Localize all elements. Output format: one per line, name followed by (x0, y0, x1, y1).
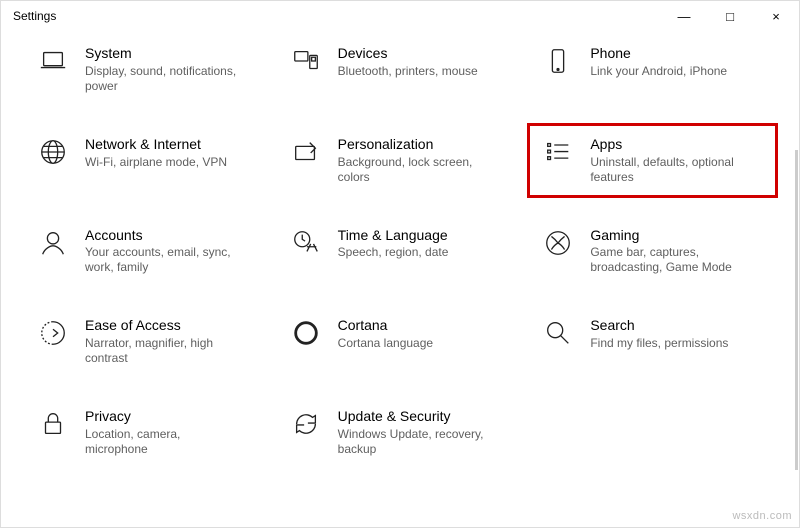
tile-title: Network & Internet (85, 136, 227, 153)
tile-desc: Game bar, captures, broadcasting, Game M… (590, 245, 750, 275)
titlebar: Settings — □ × (1, 1, 799, 31)
tile-cortana[interactable]: Cortana Cortana language (284, 313, 517, 370)
tile-title: Devices (338, 45, 478, 62)
tile-title: System (85, 45, 245, 62)
window-title: Settings (13, 9, 56, 23)
tile-phone[interactable]: Phone Link your Android, iPhone (536, 41, 769, 98)
lock-icon (37, 408, 69, 440)
tile-devices[interactable]: Devices Bluetooth, printers, mouse (284, 41, 517, 98)
tile-personalization[interactable]: Personalization Background, lock screen,… (284, 132, 517, 189)
tile-title: Update & Security (338, 408, 498, 425)
tile-title: Ease of Access (85, 317, 245, 334)
tile-system[interactable]: System Display, sound, notifications, po… (31, 41, 264, 98)
tile-title: Personalization (338, 136, 498, 153)
update-icon (290, 408, 322, 440)
tile-desc: Location, camera, microphone (85, 427, 245, 457)
tile-title: Time & Language (338, 227, 449, 244)
close-button[interactable]: × (753, 1, 799, 31)
tile-network[interactable]: Network & Internet Wi-Fi, airplane mode,… (31, 132, 264, 189)
search-icon (542, 317, 574, 349)
laptop-icon (37, 45, 69, 77)
maximize-button[interactable]: □ (707, 1, 753, 31)
tile-accounts[interactable]: Accounts Your accounts, email, sync, wor… (31, 223, 264, 280)
phone-icon (542, 45, 574, 77)
tile-desc: Wi-Fi, airplane mode, VPN (85, 155, 227, 170)
tile-time-language[interactable]: Time & Language Speech, region, date (284, 223, 517, 280)
cortana-icon (290, 317, 322, 349)
settings-grid: System Display, sound, notifications, po… (1, 31, 799, 481)
tile-title: Cortana (338, 317, 433, 334)
tile-title: Search (590, 317, 728, 334)
scrollbar[interactable] (795, 150, 798, 470)
tile-privacy[interactable]: Privacy Location, camera, microphone (31, 404, 264, 461)
tile-desc: Windows Update, recovery, backup (338, 427, 498, 457)
tile-apps[interactable]: Apps Uninstall, defaults, optional featu… (536, 132, 769, 189)
tile-desc: Display, sound, notifications, power (85, 64, 245, 94)
tile-desc: Link your Android, iPhone (590, 64, 727, 79)
tile-title: Gaming (590, 227, 750, 244)
devices-icon (290, 45, 322, 77)
xbox-icon (542, 227, 574, 259)
apps-list-icon (542, 136, 574, 168)
tile-gaming[interactable]: Gaming Game bar, captures, broadcasting,… (536, 223, 769, 280)
tile-desc: Narrator, magnifier, high contrast (85, 336, 245, 366)
globe-icon (37, 136, 69, 168)
ease-of-access-icon (37, 317, 69, 349)
tile-desc: Speech, region, date (338, 245, 449, 260)
time-language-icon (290, 227, 322, 259)
tile-desc: Find my files, permissions (590, 336, 728, 351)
tile-update-security[interactable]: Update & Security Windows Update, recove… (284, 404, 517, 461)
tile-desc: Your accounts, email, sync, work, family (85, 245, 245, 275)
person-icon (37, 227, 69, 259)
tile-title: Apps (590, 136, 750, 153)
tile-search[interactable]: Search Find my files, permissions (536, 313, 769, 370)
tile-desc: Background, lock screen, colors (338, 155, 498, 185)
watermark: wsxdn.com (732, 510, 792, 522)
paint-icon (290, 136, 322, 168)
tile-title: Accounts (85, 227, 245, 244)
tile-desc: Cortana language (338, 336, 433, 351)
minimize-button[interactable]: — (661, 1, 707, 31)
tile-title: Privacy (85, 408, 245, 425)
tile-desc: Bluetooth, printers, mouse (338, 64, 478, 79)
tile-title: Phone (590, 45, 727, 62)
tile-ease-of-access[interactable]: Ease of Access Narrator, magnifier, high… (31, 313, 264, 370)
tile-desc: Uninstall, defaults, optional features (590, 155, 750, 185)
